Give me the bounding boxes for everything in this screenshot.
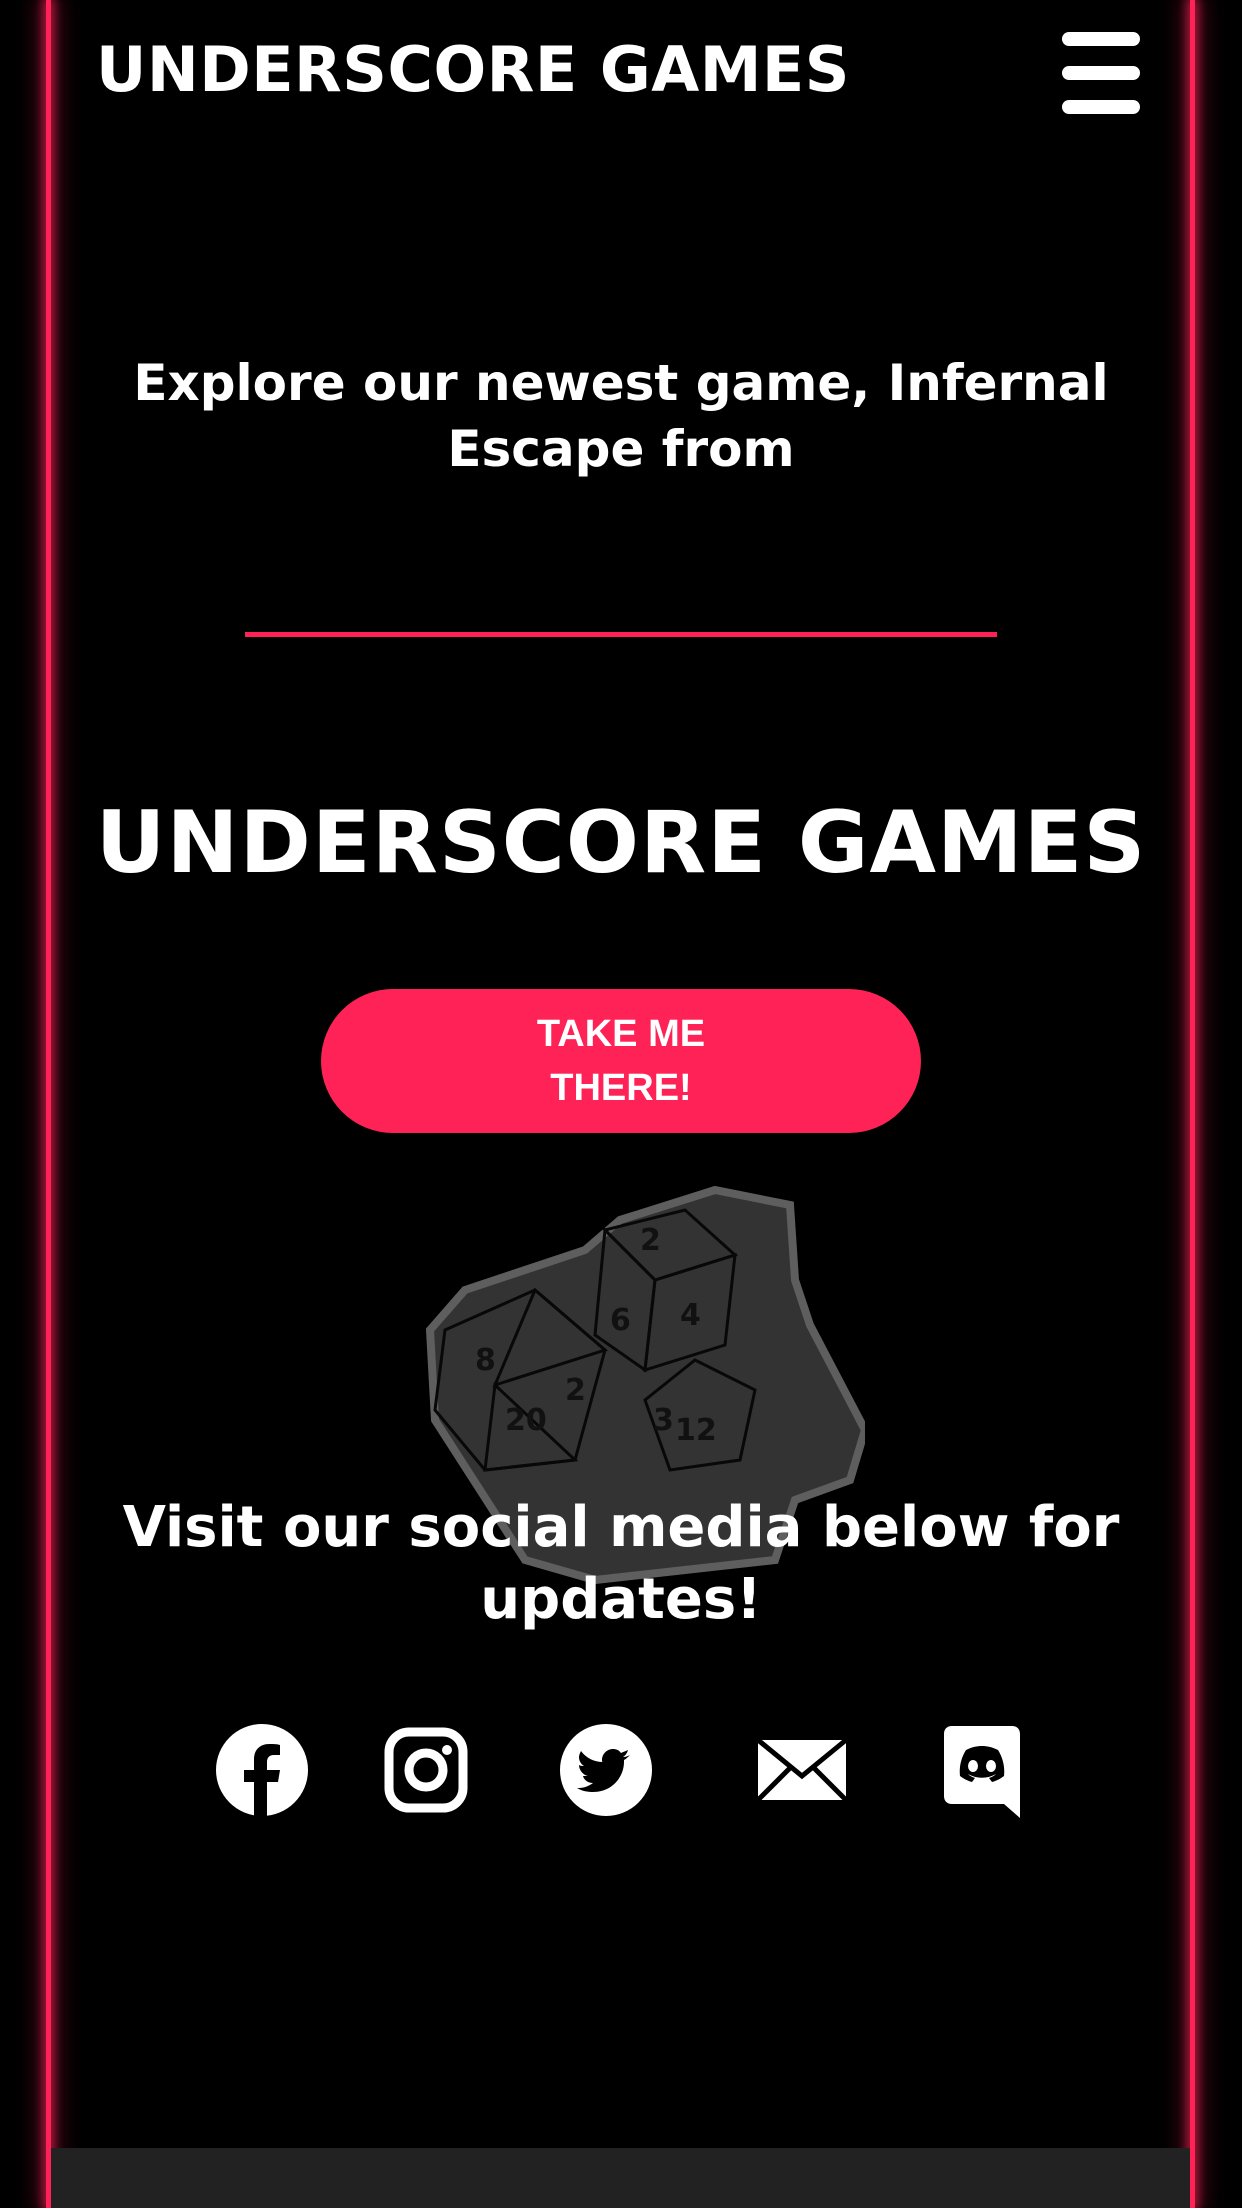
intro-text: Explore our newest game, Infernal Escape… (133, 354, 1109, 478)
hamburger-bar (1062, 66, 1140, 80)
hamburger-menu-button[interactable] (1062, 32, 1142, 116)
svg-text:2: 2 (640, 1223, 661, 1258)
discord-link[interactable] (942, 1724, 1022, 1820)
svg-text:4: 4 (680, 1298, 701, 1333)
email-link[interactable] (756, 1724, 848, 1820)
facebook-icon (216, 1724, 308, 1816)
twitter-link[interactable] (560, 1724, 652, 1820)
hero-title: UNDERSCORE GAMES (95, 793, 1147, 893)
page: UNDERSCORE GAMES Explore our newest game… (0, 0, 1242, 2208)
hamburger-menu-icon (1062, 32, 1140, 46)
take-me-there-button[interactable]: TAKE ME THERE! (321, 989, 921, 1133)
discord-icon (944, 1726, 1020, 1818)
divider (245, 632, 997, 637)
instagram-link[interactable] (384, 1724, 468, 1820)
site-title[interactable]: UNDERSCORE GAMES (96, 30, 850, 110)
left-neon-border (46, 0, 51, 2208)
email-icon (756, 1738, 848, 1802)
svg-text:12: 12 (675, 1413, 717, 1448)
social-heading: Visit our social media below for updates… (122, 1495, 1120, 1632)
svg-text:3: 3 (653, 1403, 674, 1438)
instagram-icon (384, 1727, 468, 1813)
cta-label: TAKE ME THERE! (536, 1013, 706, 1109)
svg-text:2: 2 (565, 1373, 586, 1408)
right-neon-border (1190, 0, 1195, 2208)
footer-bar (51, 2148, 1190, 2208)
svg-text:8: 8 (475, 1343, 496, 1378)
svg-text:20: 20 (505, 1403, 547, 1438)
hamburger-bar (1062, 100, 1140, 114)
facebook-link[interactable] (216, 1724, 308, 1820)
svg-text:6: 6 (610, 1303, 631, 1338)
twitter-icon (560, 1724, 652, 1816)
